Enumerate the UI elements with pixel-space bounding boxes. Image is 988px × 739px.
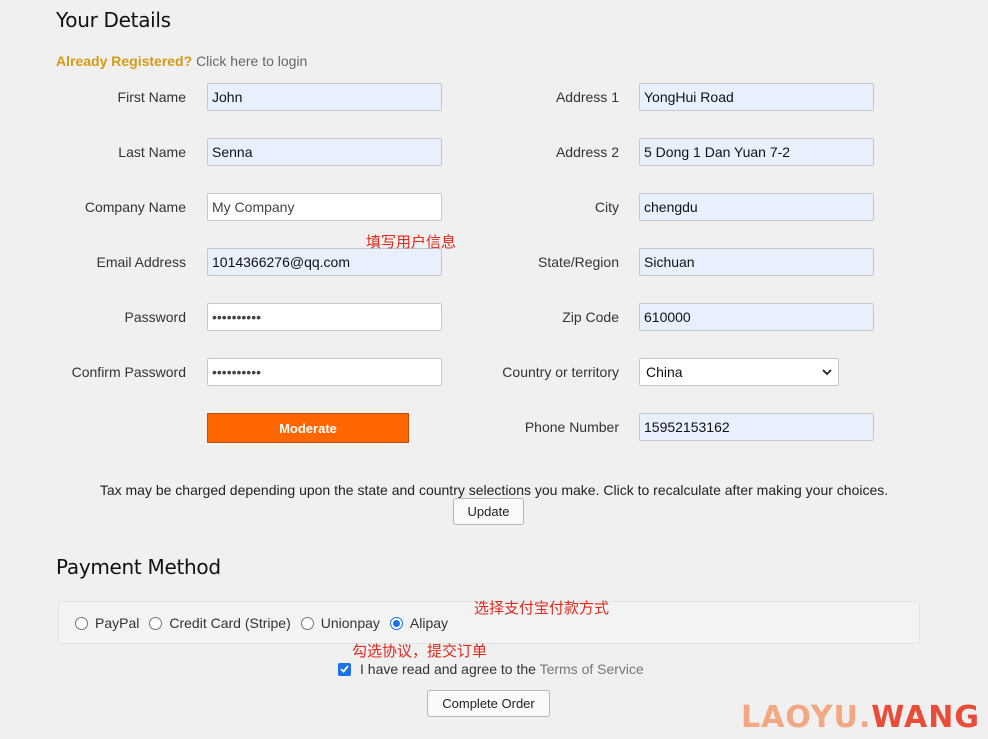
terms-agreement-row: I have read and agree to the Terms of Se… bbox=[338, 661, 644, 677]
payment-method-title: Payment Method bbox=[56, 555, 221, 579]
radio-paypal[interactable] bbox=[75, 616, 88, 630]
annotation-agree-submit: 勾选协议，提交订单 bbox=[352, 642, 488, 660]
country-select[interactable]: China bbox=[639, 358, 839, 386]
complete-order-button[interactable]: Complete Order bbox=[427, 690, 550, 717]
password-strength-button[interactable]: Moderate bbox=[207, 413, 409, 443]
country-select-value: China bbox=[646, 364, 683, 380]
city-label: City bbox=[594, 199, 619, 215]
country-label: Country or territory bbox=[502, 364, 619, 380]
tax-notice: Tax may be charged depending upon the st… bbox=[99, 482, 889, 498]
payment-option-label: Unionpay bbox=[320, 615, 380, 631]
annotation-fill-info: 填写用户信息 bbox=[366, 233, 457, 251]
state-region-label: State/Region bbox=[538, 254, 619, 270]
first-name-input[interactable] bbox=[207, 83, 442, 111]
watermark-part2: WANG bbox=[871, 700, 980, 735]
email-input[interactable] bbox=[207, 248, 442, 276]
address2-input[interactable] bbox=[639, 138, 874, 166]
last-name-input[interactable] bbox=[207, 138, 442, 166]
confirm-password-label: Confirm Password bbox=[71, 364, 186, 380]
radio-unionpay[interactable] bbox=[300, 616, 314, 630]
email-label: Email Address bbox=[96, 254, 186, 270]
terms-of-service-link[interactable]: Terms of Service bbox=[540, 661, 644, 677]
radio-alipay[interactable] bbox=[389, 616, 403, 630]
last-name-label: Last Name bbox=[118, 144, 186, 160]
phone-number-input[interactable] bbox=[639, 413, 874, 441]
payment-option-paypal[interactable]: PayPal bbox=[75, 615, 139, 631]
zip-code-label: Zip Code bbox=[562, 309, 619, 325]
confirm-password-input[interactable] bbox=[207, 358, 442, 386]
city-input[interactable] bbox=[639, 193, 874, 221]
payment-option-label: Credit Card (Stripe) bbox=[169, 615, 291, 631]
agree-text: I have read and agree to the bbox=[360, 661, 536, 677]
address1-label: Address 1 bbox=[555, 89, 619, 105]
phone-number-label: Phone Number bbox=[524, 419, 619, 435]
radio-credit-card[interactable] bbox=[149, 616, 163, 630]
payment-option-alipay[interactable]: Alipay bbox=[389, 615, 449, 631]
watermark-logo: LAOYU.WANG bbox=[741, 700, 980, 735]
company-name-label: Company Name bbox=[84, 199, 186, 215]
update-button[interactable]: Update bbox=[453, 498, 524, 525]
login-link[interactable]: Click here to login bbox=[196, 53, 307, 69]
annotation-choose-alipay: 选择支付宝付款方式 bbox=[474, 599, 610, 617]
already-registered-row: Already Registered? Click here to login bbox=[56, 53, 307, 69]
payment-option-label: PayPal bbox=[95, 615, 140, 631]
chevron-down-icon bbox=[822, 368, 832, 375]
password-label: Password bbox=[124, 309, 186, 325]
first-name-label: First Name bbox=[117, 89, 186, 105]
check-icon bbox=[340, 665, 349, 673]
address2-label: Address 2 bbox=[555, 144, 619, 160]
payment-option-credit-card[interactable]: Credit Card (Stripe) bbox=[149, 615, 291, 631]
password-input[interactable] bbox=[207, 303, 442, 331]
payment-option-label: Alipay bbox=[409, 615, 449, 631]
payment-option-unionpay[interactable]: Unionpay bbox=[300, 615, 380, 631]
company-name-input[interactable] bbox=[207, 193, 442, 221]
your-details-title: Your Details bbox=[56, 8, 171, 32]
zip-code-input[interactable] bbox=[639, 303, 874, 331]
terms-checkbox[interactable] bbox=[338, 662, 351, 676]
already-registered-text: Already Registered? bbox=[56, 53, 193, 69]
state-region-input[interactable] bbox=[639, 248, 874, 276]
watermark-part1: LAOYU. bbox=[741, 700, 872, 735]
address1-input[interactable] bbox=[639, 83, 874, 111]
